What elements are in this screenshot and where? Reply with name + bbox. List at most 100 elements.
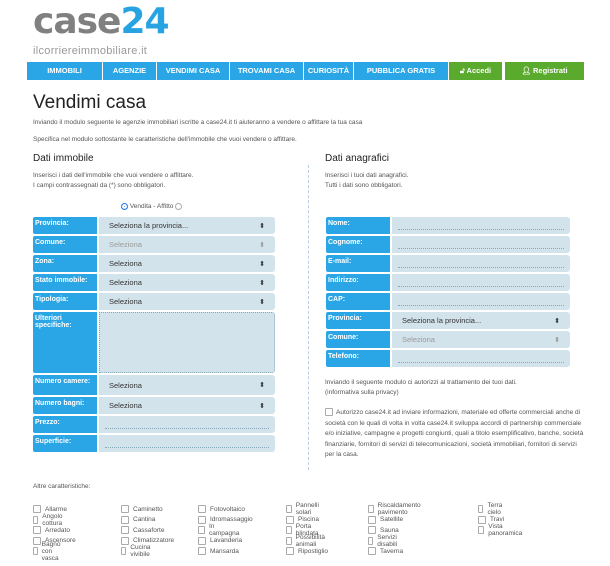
radio-affitto[interactable]	[175, 203, 183, 210]
select-field[interactable]: Seleziona ⬍	[99, 255, 275, 272]
feature-label: Cucina vivibile	[130, 544, 151, 559]
feature-checkbox[interactable]: Cucina vivibile	[121, 544, 153, 559]
lock-icon: 🔓︎	[459, 66, 467, 75]
feature-checkbox[interactable]: Possibilità animali	[286, 534, 327, 548]
feature-label: Allarme	[45, 505, 68, 513]
select-field[interactable]: Seleziona la provincia... ⬍	[99, 217, 275, 234]
right-sub-2: Tutti i dati sono obbligatori.	[325, 182, 403, 189]
select-value: Seleziona	[109, 259, 142, 268]
nav-trovami-casa[interactable]: TROVAMI CASA	[230, 62, 304, 80]
select-field[interactable]: Seleziona la provincia... ⬍	[392, 312, 570, 329]
text-input[interactable]	[392, 217, 570, 234]
checkbox-icon	[368, 515, 376, 524]
checkbox-icon	[198, 536, 206, 545]
checkbox-icon	[121, 515, 129, 524]
checkbox-icon	[368, 536, 374, 545]
input-underline	[398, 267, 564, 268]
feature-label: Travi	[490, 516, 505, 524]
input-underline	[398, 248, 564, 249]
feature-checkbox[interactable]: Taverna	[368, 546, 403, 557]
feature-checkbox[interactable]: Lavanderia	[198, 536, 242, 547]
registrati-button[interactable]: 👤︎ Registrati	[505, 62, 585, 80]
nav-immobili[interactable]: IMMOBILI	[27, 62, 103, 80]
form-row: Provincia: Seleziona la provincia... ⬍	[33, 217, 275, 234]
main-nav: IMMOBILI AGENZIE VENDIMI CASA TROVAMI CA…	[27, 62, 585, 80]
form-row: Prezzo:	[33, 416, 275, 433]
feature-checkbox[interactable]: Pannelli solari	[286, 502, 321, 516]
select-value: Seleziona la provincia...	[109, 221, 189, 230]
form-row: Provincia: Seleziona la provincia... ⬍	[326, 312, 570, 329]
personal-form: Nome: Cognome: E-mail: Indirizzo: CAP: Provin…	[326, 217, 570, 369]
feature-label: Caminetto	[133, 505, 163, 513]
select-arrows-icon: ⬍	[259, 260, 265, 268]
feature-label: Lavanderia	[210, 537, 243, 545]
consent-checkbox[interactable]	[325, 408, 333, 417]
text-input[interactable]	[99, 416, 275, 433]
feature-checkbox[interactable]: Vista panoramica	[478, 523, 524, 537]
text-input[interactable]	[99, 435, 275, 452]
nav-vendimi-casa[interactable]: VENDIMI CASA	[157, 62, 230, 80]
checkbox-icon	[33, 547, 38, 556]
text-input[interactable]	[392, 236, 570, 253]
checkbox-icon	[198, 547, 206, 556]
left-sub: Inserisci i dati dell'immobile che vuoi …	[33, 172, 194, 179]
checkbox-icon	[33, 505, 41, 514]
field-label: Cognome:	[326, 236, 390, 253]
text-input[interactable]	[392, 255, 570, 272]
checkbox-icon	[121, 505, 129, 514]
logo[interactable]: case24	[33, 2, 170, 42]
form-row: CAP:	[326, 293, 570, 310]
field-label: Comune:	[326, 331, 390, 348]
privacy-link[interactable]: (informativa sulla privacy)	[325, 388, 517, 398]
select-field[interactable]: Seleziona ⬍	[392, 331, 570, 348]
feature-checkbox[interactable]: Cassaforte	[121, 525, 164, 536]
input-underline	[398, 305, 564, 306]
field-label: Zona:	[33, 255, 97, 272]
feature-checkbox[interactable]: Angolo cottura	[33, 513, 65, 527]
feature-label: Ripostiglio	[298, 547, 328, 555]
textarea-field[interactable]	[99, 312, 275, 373]
feature-label: Cassaforte	[133, 526, 165, 534]
feature-checkbox[interactable]: Satellite	[368, 515, 403, 526]
feature-checkbox[interactable]: Ripostiglio	[286, 546, 328, 557]
feature-checkbox[interactable]: Bagno con vasca	[33, 541, 64, 562]
radio-vendita[interactable]	[121, 203, 128, 210]
checkbox-icon	[121, 526, 129, 535]
intro-text-2: Specifica nel modulo sottostante le cara…	[33, 136, 297, 143]
select-field[interactable]: Seleziona ⬍	[99, 375, 275, 395]
field-label: Nome:	[326, 217, 390, 234]
feature-checkbox[interactable]: Servizi disabili	[368, 534, 400, 548]
feature-checkbox[interactable]: Cantina	[121, 515, 155, 526]
nav-curiosita[interactable]: CURIOSITÀ	[304, 62, 354, 80]
text-input[interactable]	[392, 293, 570, 310]
select-field[interactable]: Seleziona ⬍	[99, 274, 275, 291]
form-row: Zona: Seleziona ⬍	[33, 255, 275, 272]
text-input[interactable]	[392, 274, 570, 291]
feature-checkbox[interactable]: Riscaldamento pavimento	[368, 502, 423, 516]
feature-checkbox[interactable]: Terra cielo	[478, 502, 505, 516]
text-input[interactable]	[392, 350, 570, 367]
select-field[interactable]: Seleziona ⬍	[99, 236, 275, 253]
field-label: Tipologia:	[33, 293, 97, 310]
form-row: Nome:	[326, 217, 570, 234]
nav-agenzie[interactable]: AGENZIE	[103, 62, 157, 80]
intro-text: Inviando il modulo seguente le agenzie i…	[33, 119, 363, 126]
select-arrows-icon: ⬍	[554, 317, 560, 325]
feature-checkbox[interactable]: Mansarda	[198, 546, 239, 557]
select-arrows-icon: ⬍	[554, 336, 560, 344]
accedi-button[interactable]: 🔓︎ Accedi	[449, 62, 505, 80]
feature-label: Fotovoltaico	[210, 505, 246, 513]
select-field[interactable]: Seleziona ⬍	[99, 293, 275, 310]
feature-checkbox[interactable]: In campagna	[198, 523, 240, 537]
form-row: Numero camere: Seleziona ⬍	[33, 375, 275, 395]
select-field[interactable]: Seleziona ⬍	[99, 397, 275, 414]
feature-checkbox[interactable]: Fotovoltaico	[198, 504, 245, 515]
nav-pubblica-gratis[interactable]: PUBBLICA GRATIS	[354, 62, 449, 80]
privacy-text: Inviando il seguente modulo ci autorizzi…	[325, 379, 517, 398]
page-title: Vendimi casa	[33, 92, 147, 113]
feature-checkbox[interactable]: Arredato	[33, 525, 70, 536]
feature-label: Taverna	[380, 547, 404, 555]
feature-checkbox[interactable]: Caminetto	[121, 504, 163, 515]
checkbox-icon	[478, 526, 485, 535]
field-label: Ulteriori specifiche:	[33, 312, 97, 373]
